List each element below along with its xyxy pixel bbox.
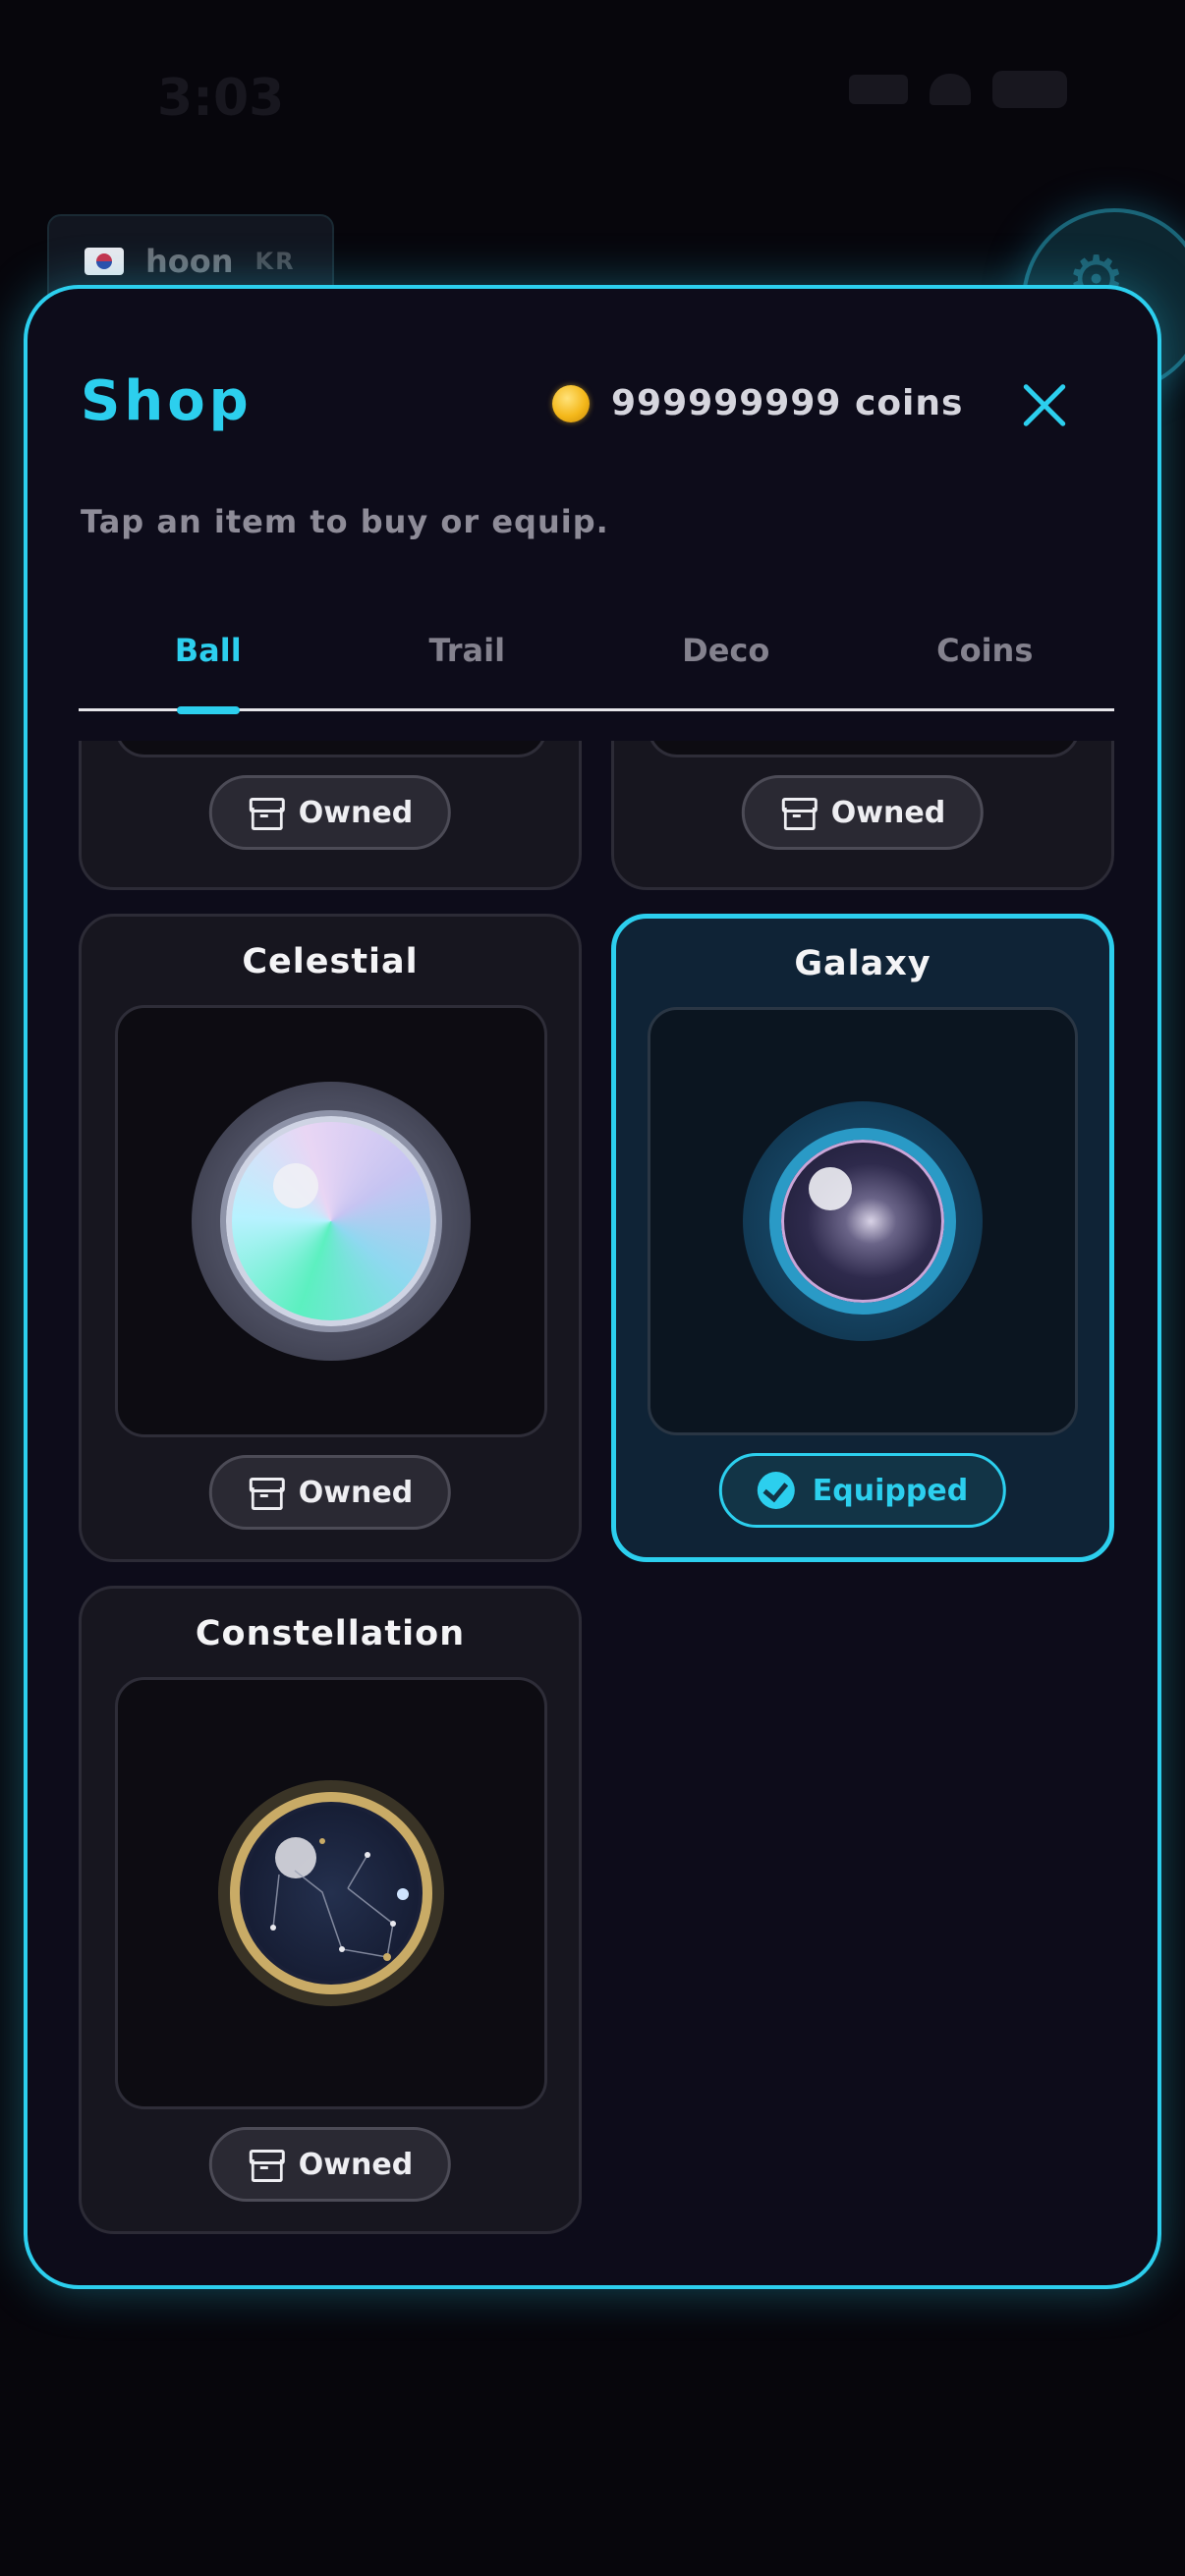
tab-coins[interactable]: Coins: [856, 603, 1115, 708]
item-name: Galaxy: [794, 944, 931, 983]
shop-item-card[interactable]: Owned: [611, 741, 1114, 890]
item-preview: [115, 741, 547, 757]
archive-box-icon: [780, 796, 818, 830]
check-circle-icon: [757, 1472, 795, 1509]
wifi-icon: [930, 74, 971, 105]
item-preview: [648, 741, 1080, 757]
shop-item-card[interactable]: Owned: [79, 741, 582, 890]
owned-label: Owned: [830, 795, 946, 830]
item-preview: [115, 1005, 547, 1437]
equipped-button[interactable]: Equipped: [718, 1453, 1007, 1528]
shop-header: Shop 999999999 coins: [28, 289, 1157, 466]
korea-flag-icon: [85, 248, 124, 275]
coin-balance-text: 999999999 coins: [611, 383, 964, 423]
shop-item-grid[interactable]: Owned Owned Celestial Owned Galaxy Equip…: [79, 741, 1114, 2283]
constellation-ball-image: [218, 1780, 444, 2006]
shop-title: Shop: [81, 369, 253, 433]
coin-balance: 999999999 coins: [552, 383, 963, 423]
owned-button[interactable]: Owned: [208, 775, 452, 850]
owned-button[interactable]: Owned: [741, 775, 985, 850]
shop-subtitle: Tap an item to buy or equip.: [81, 503, 609, 540]
owned-label: Owned: [298, 1475, 414, 1510]
item-preview: [648, 1007, 1078, 1435]
archive-box-icon: [248, 796, 285, 830]
galaxy-ball-image: [743, 1101, 983, 1341]
owned-label: Owned: [298, 795, 414, 830]
status-icons: [849, 71, 1067, 108]
tab-trail[interactable]: Trail: [338, 603, 597, 708]
player-country: KR: [254, 248, 296, 275]
tab-deco[interactable]: Deco: [596, 603, 856, 708]
status-time: 3:03: [157, 69, 285, 128]
status-bar: 3:03: [0, 0, 1185, 196]
shop-modal: Shop 999999999 coins Tap an item to buy …: [24, 285, 1161, 2289]
close-icon[interactable]: [1012, 373, 1077, 438]
battery-icon: [992, 71, 1067, 108]
archive-box-icon: [248, 1476, 285, 1510]
coin-icon: [552, 384, 590, 422]
item-name: Celestial: [242, 942, 419, 981]
shop-item-card-celestial[interactable]: Celestial Owned: [79, 914, 582, 1562]
shop-item-card-galaxy[interactable]: Galaxy Equipped: [611, 914, 1114, 1562]
shop-tabs: Ball Trail Deco Coins: [79, 603, 1114, 711]
shop-item-card-constellation[interactable]: Constellation Owned: [79, 1586, 582, 2234]
owned-button[interactable]: Owned: [208, 2127, 452, 2202]
item-preview: [115, 1677, 547, 2109]
player-name: hoon: [145, 243, 234, 280]
owned-label: Owned: [298, 2147, 414, 2182]
equipped-label: Equipped: [812, 1473, 969, 1508]
item-name: Constellation: [195, 1614, 466, 1653]
celestial-ball-image: [192, 1082, 471, 1361]
archive-box-icon: [248, 2148, 285, 2182]
owned-button[interactable]: Owned: [208, 1455, 452, 1530]
cellular-signal-icon: [849, 75, 908, 104]
tab-ball[interactable]: Ball: [79, 603, 338, 708]
